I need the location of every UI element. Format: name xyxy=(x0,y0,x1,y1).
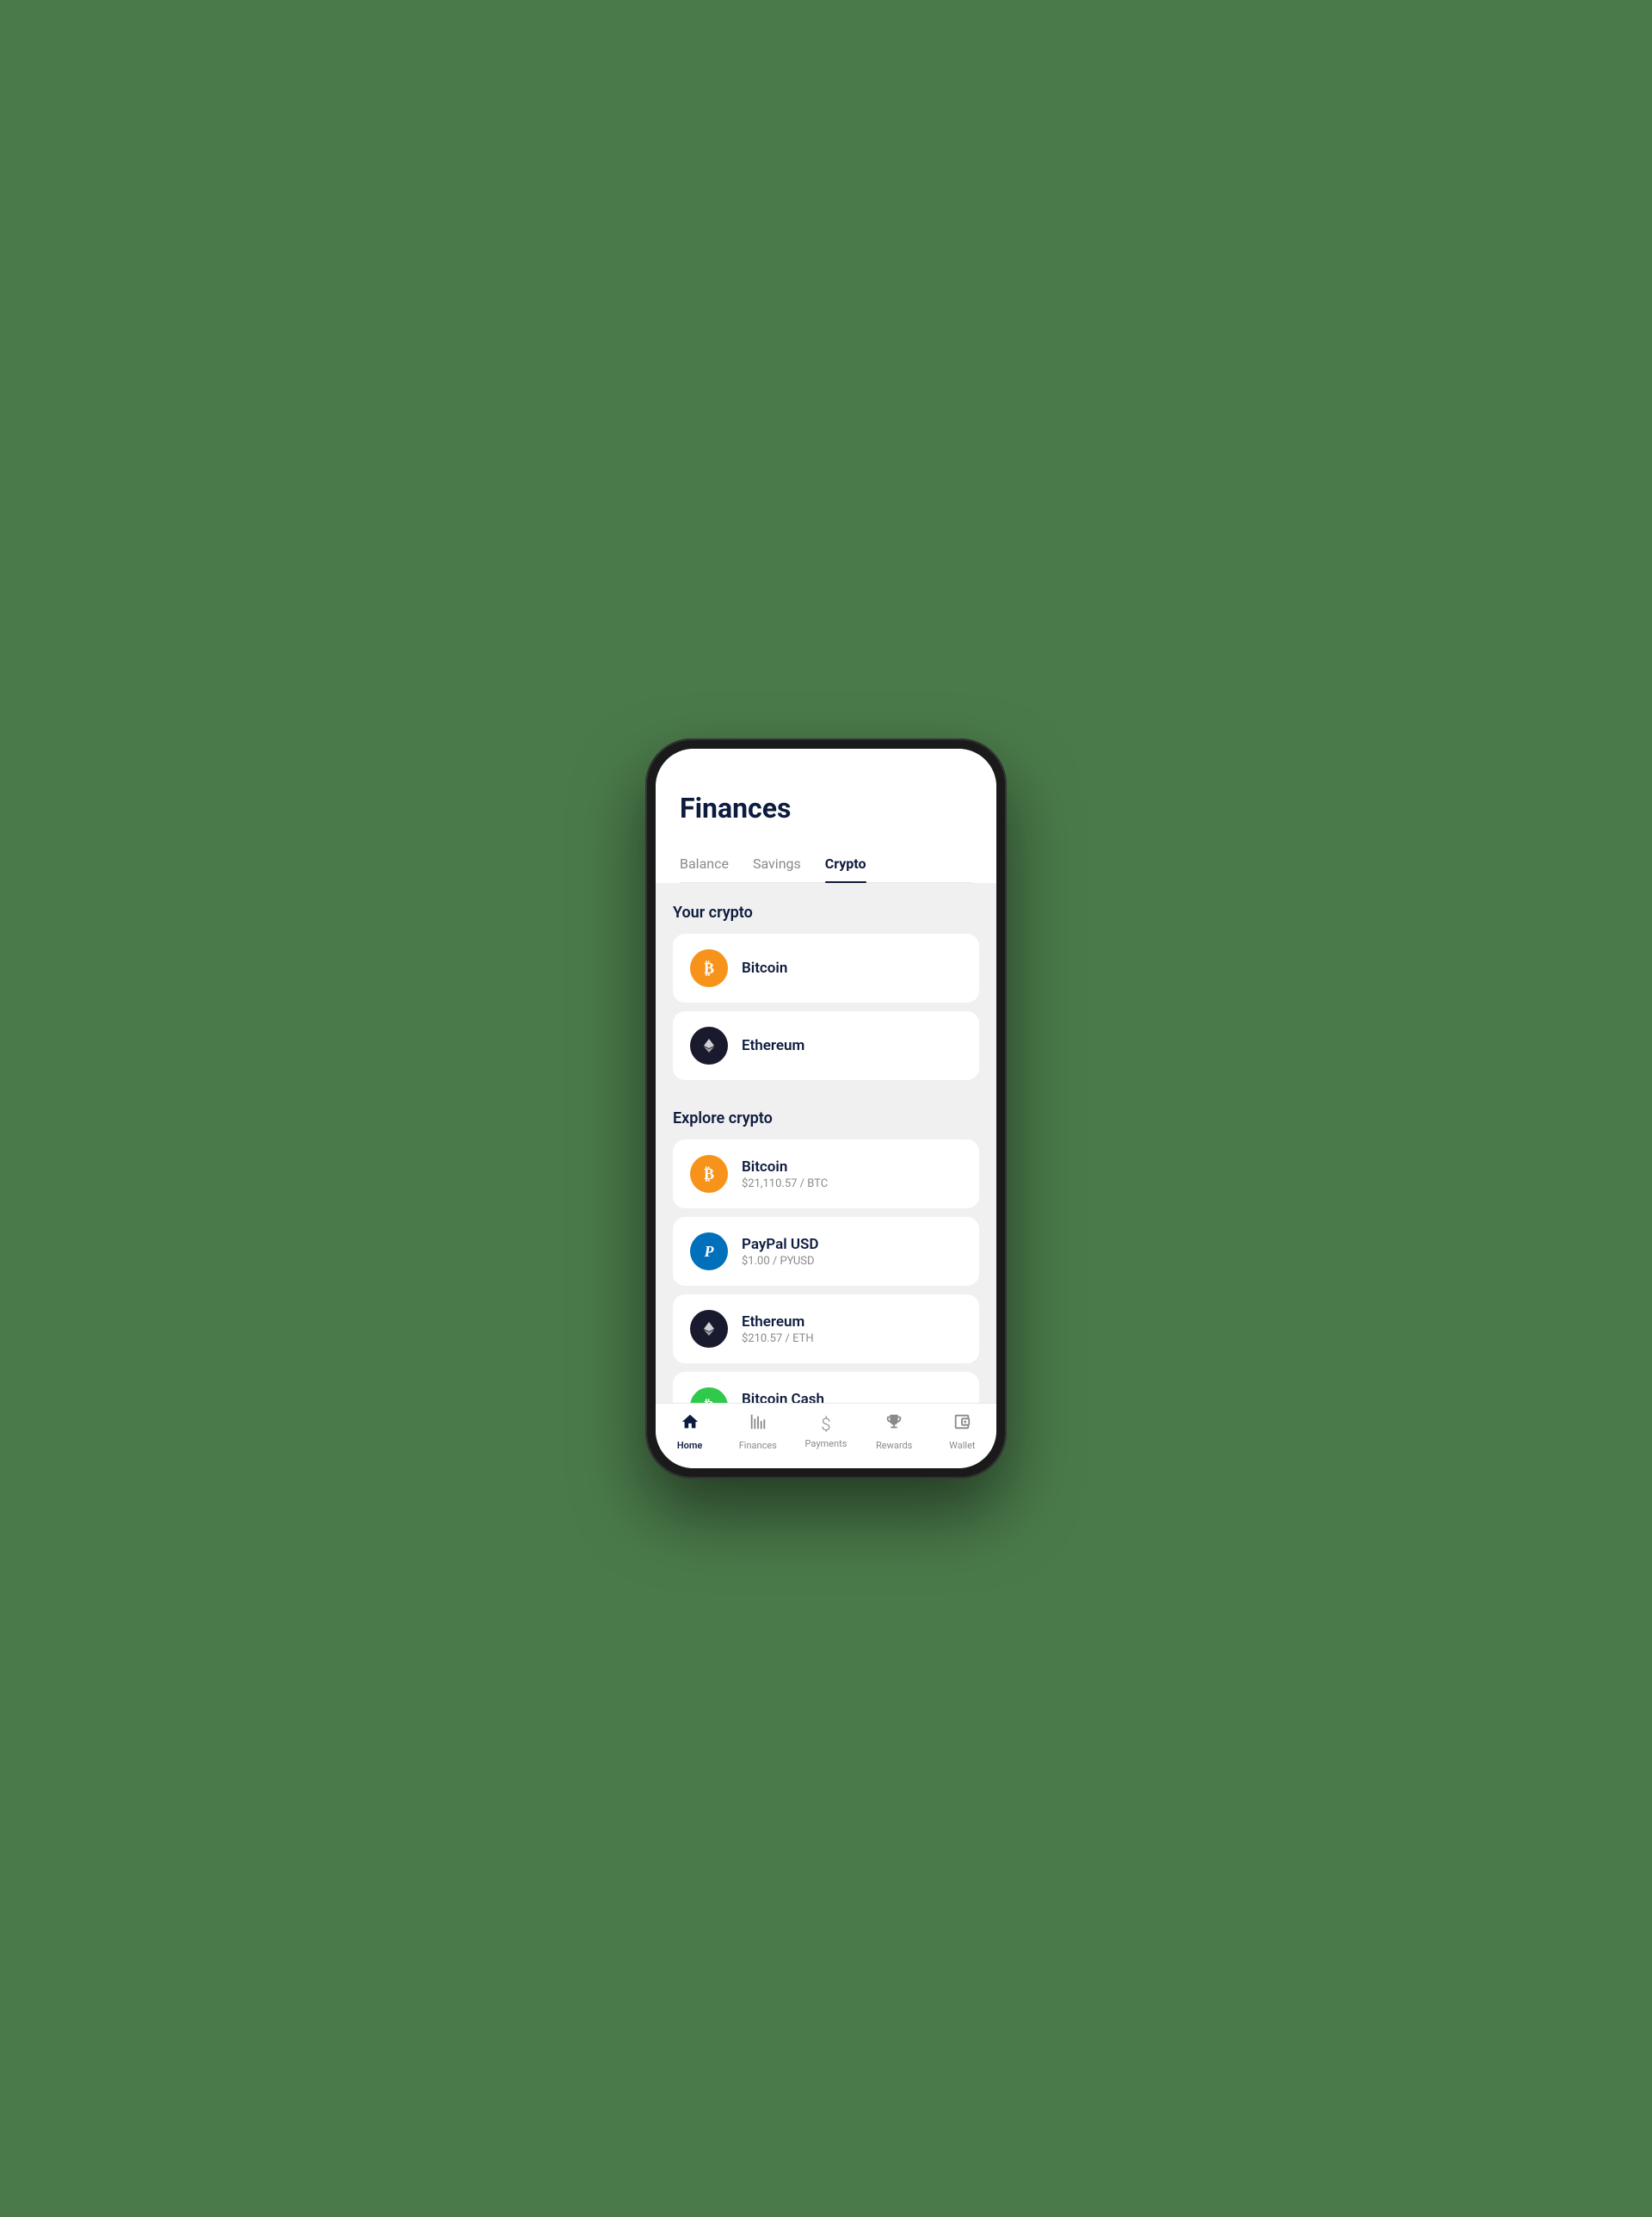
wallet-icon xyxy=(952,1412,971,1436)
paypal-explore-info: PayPal USD $1.00 / PYUSD xyxy=(742,1236,818,1268)
svg-text:P: P xyxy=(704,1243,715,1260)
phone-device: Finances Balance Savings Crypto Your cry… xyxy=(645,738,1007,1479)
bitcoin-cash-explore-icon: ₿ xyxy=(690,1387,728,1403)
bottom-navigation: Home Finances $ Payments xyxy=(656,1403,996,1468)
ethereum-explore-price: $210.57 / ETH xyxy=(742,1332,814,1345)
nav-home-label: Home xyxy=(677,1440,703,1451)
paypal-explore-price: $1.00 / PYUSD xyxy=(742,1255,818,1268)
nav-finances[interactable]: Finances xyxy=(732,1412,784,1451)
paypal-explore-card[interactable]: P PayPal USD $1.00 / PYUSD xyxy=(673,1217,979,1286)
screen-content: Finances Balance Savings Crypto Your cry… xyxy=(656,749,996,1403)
your-crypto-title: Your crypto xyxy=(673,904,979,922)
nav-rewards[interactable]: Rewards xyxy=(868,1412,920,1451)
rewards-icon xyxy=(885,1412,903,1436)
explore-crypto-section: Explore crypto ₿ Bitcoin $21,110.57 / BT… xyxy=(656,1089,996,1403)
nav-finances-label: Finances xyxy=(739,1440,777,1451)
nav-home[interactable]: Home xyxy=(664,1412,716,1451)
bitcoin-owned-icon: ₿ xyxy=(690,949,728,987)
bitcoin-explore-card[interactable]: ₿ Bitcoin $21,110.57 / BTC xyxy=(673,1139,979,1208)
phone-screen: Finances Balance Savings Crypto Your cry… xyxy=(656,749,996,1468)
nav-payments[interactable]: $ Payments xyxy=(800,1414,852,1449)
ethereum-owned-card[interactable]: Ethereum xyxy=(673,1011,979,1080)
nav-rewards-label: Rewards xyxy=(876,1440,912,1451)
explore-crypto-title: Explore crypto xyxy=(673,1109,979,1127)
page-title: Finances xyxy=(680,792,972,824)
ethereum-explore-info: Ethereum $210.57 / ETH xyxy=(742,1313,814,1345)
bitcoin-explore-icon: ₿ xyxy=(690,1155,728,1193)
ethereum-owned-name: Ethereum xyxy=(742,1037,804,1054)
tab-balance[interactable]: Balance xyxy=(680,849,729,882)
paypal-explore-icon: P xyxy=(690,1232,728,1270)
ethereum-owned-icon xyxy=(690,1027,728,1065)
bitcoin-explore-name: Bitcoin xyxy=(742,1158,828,1176)
ethereum-explore-icon xyxy=(690,1310,728,1348)
svg-text:₿: ₿ xyxy=(704,1165,714,1183)
svg-text:₿: ₿ xyxy=(704,960,714,977)
ethereum-owned-info: Ethereum xyxy=(742,1037,804,1054)
bitcoin-cash-explore-card[interactable]: ₿ Bitcoin Cash $210.57 / BTH xyxy=(673,1372,979,1403)
bitcoin-cash-explore-name: Bitcoin Cash xyxy=(742,1391,824,1404)
bitcoin-owned-card[interactable]: ₿ Bitcoin xyxy=(673,934,979,1003)
bitcoin-owned-name: Bitcoin xyxy=(742,960,787,977)
nav-payments-label: Payments xyxy=(805,1438,848,1449)
top-section: Finances Balance Savings Crypto xyxy=(656,749,996,883)
tab-crypto[interactable]: Crypto xyxy=(825,849,866,882)
home-icon xyxy=(681,1412,700,1436)
nav-wallet-label: Wallet xyxy=(949,1440,975,1451)
ethereum-explore-name: Ethereum xyxy=(742,1313,814,1331)
your-crypto-section: Your crypto ₿ Bitcoin xyxy=(656,883,996,1080)
ethereum-explore-card[interactable]: Ethereum $210.57 / ETH xyxy=(673,1294,979,1363)
bitcoin-cash-explore-info: Bitcoin Cash $210.57 / BTH xyxy=(742,1391,824,1404)
paypal-explore-name: PayPal USD xyxy=(742,1236,818,1253)
finances-icon xyxy=(749,1412,767,1436)
payments-icon: $ xyxy=(821,1414,830,1435)
bitcoin-explore-price: $21,110.57 / BTC xyxy=(742,1177,828,1190)
bitcoin-explore-info: Bitcoin $21,110.57 / BTC xyxy=(742,1158,828,1190)
nav-wallet[interactable]: Wallet xyxy=(936,1412,988,1451)
bitcoin-owned-info: Bitcoin xyxy=(742,960,787,977)
tab-savings[interactable]: Savings xyxy=(753,849,801,882)
tabs-container: Balance Savings Crypto xyxy=(680,849,972,883)
